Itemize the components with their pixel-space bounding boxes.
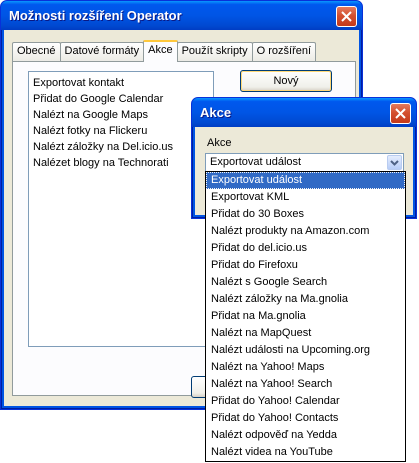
close-icon	[341, 11, 352, 22]
dropdown-option[interactable]: Přidat na Ma.gnolia	[206, 308, 405, 325]
dropdown-option[interactable]: Nalézt odpověď na Yedda	[206, 427, 405, 444]
dropdown-arrow-button[interactable]	[387, 155, 402, 170]
dialog-title: Akce	[200, 105, 232, 120]
tab-datove-formaty[interactable]: Datové formáty	[59, 42, 145, 61]
dropdown-option[interactable]: Přidat do 30 Boxes	[206, 206, 405, 223]
dropdown-option[interactable]: Nalézt na MapQuest	[206, 325, 405, 342]
list-item[interactable]: Nalézet blogy na Technorati	[31, 155, 211, 171]
dropdown-option[interactable]: Nalézt na Yahoo! Search	[206, 376, 405, 393]
main-close-button[interactable]	[336, 6, 357, 27]
dialog-close-button[interactable]	[390, 103, 411, 124]
list-item[interactable]: Přidat do Google Calendar	[31, 91, 211, 107]
main-window-title: Možnosti rozšíření Operator	[9, 8, 182, 23]
dropdown-option[interactable]: Přidat do del.icio.us	[206, 240, 405, 257]
new-action-button[interactable]: Nový	[240, 70, 332, 92]
dropdown-option[interactable]: Nalézt události na Upcoming.org	[206, 342, 405, 359]
dropdown-option[interactable]: Nalézt produkty na Amazon.com	[206, 223, 405, 240]
close-icon	[395, 108, 406, 119]
list-item[interactable]: Nalézt na Google Maps	[31, 107, 211, 123]
dropdown-option[interactable]: Nalézt videa na YouTube	[206, 444, 405, 461]
dropdown-option[interactable]: Přidat do Yahoo! Calendar	[206, 393, 405, 410]
action-combobox[interactable]: Exportovat událost	[205, 153, 404, 172]
main-titlebar[interactable]: Možnosti rozšíření Operator	[1, 1, 362, 30]
dropdown-option[interactable]: Přidat do Firefoxu	[206, 257, 405, 274]
dropdown-option[interactable]: Exportovat KML	[206, 189, 405, 206]
tab-o-rozsireni[interactable]: O rozšíření	[251, 42, 317, 61]
list-item[interactable]: Exportovat kontakt	[31, 75, 211, 91]
list-item[interactable]: Nalézt fotky na Flickeru	[31, 123, 211, 139]
dropdown-option[interactable]: Nalézt s Google Search	[206, 274, 405, 291]
action-dropdown-list[interactable]: Exportovat událost Exportovat KML Přidat d…	[205, 171, 406, 462]
dropdown-option[interactable]: Exportovat událost	[206, 172, 405, 189]
tab-pouzit-skripty[interactable]: Použít skripty	[176, 42, 253, 61]
dropdown-option[interactable]: Nalézt záložky na Ma.gnolia	[206, 291, 405, 308]
list-item[interactable]: Nalézt záložky na Del.icio.us	[31, 139, 211, 155]
dropdown-option[interactable]: Nalézt na Yahoo! Maps	[206, 359, 405, 376]
tab-obecne[interactable]: Obecné	[12, 42, 61, 61]
tab-strip: Obecné Datové formáty Akce Použít skript…	[12, 40, 317, 62]
chevron-down-icon	[390, 159, 399, 166]
actions-listbox[interactable]: Exportovat kontakt Přidat do Google Cale…	[28, 71, 214, 347]
combo-selected-value: Exportovat událost	[210, 156, 302, 168]
dropdown-option[interactable]: Přidat do Yahoo! Contacts	[206, 410, 405, 427]
action-field-label: Akce	[207, 137, 232, 149]
tab-akce[interactable]: Akce	[143, 40, 178, 62]
dialog-titlebar[interactable]: Akce	[192, 98, 416, 127]
